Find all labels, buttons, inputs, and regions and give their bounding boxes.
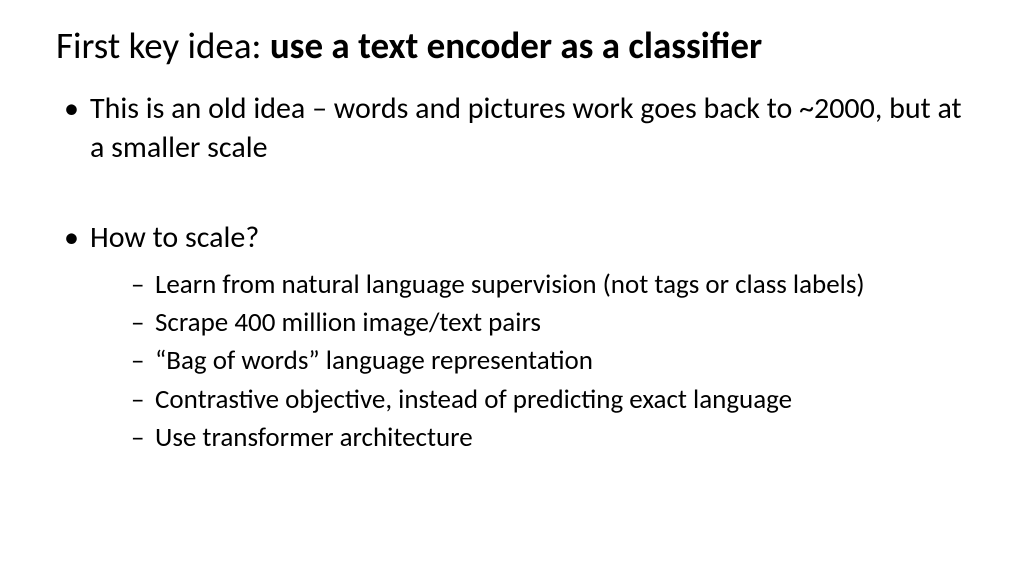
spacer <box>56 171 976 219</box>
sub-list-item: Contrastive objective, instead of predic… <box>90 381 976 419</box>
slide-title: First key idea: use a text encoder as a … <box>56 24 976 68</box>
sub-text: “Bag of words” language representation <box>155 344 593 377</box>
sub-text: Use transformer architecture <box>155 421 473 454</box>
bullet-text: This is an old idea – words and pictures… <box>90 90 962 165</box>
sub-list-item: Scrape 400 million image/text pairs <box>90 304 976 342</box>
sub-list-item: Learn from natural language supervision … <box>90 266 976 304</box>
title-prefix: First key idea: <box>56 23 270 68</box>
list-item: How to scale? Learn from natural languag… <box>56 219 976 457</box>
title-bold: use a text encoder as a classifier <box>270 23 762 68</box>
sub-list-item: Use transformer architecture <box>90 419 976 457</box>
list-item: This is an old idea – words and pictures… <box>56 90 976 167</box>
sub-text: Scrape 400 million image/text pairs <box>155 306 541 339</box>
sub-text: Learn from natural language supervision … <box>155 268 865 301</box>
sub-text: Contrastive objective, instead of predic… <box>155 383 792 416</box>
sub-list: Learn from natural language supervision … <box>90 266 976 458</box>
bullet-list: This is an old idea – words and pictures… <box>56 90 976 457</box>
bullet-text: How to scale? <box>90 219 259 256</box>
sub-list-item: “Bag of words” language representation <box>90 342 976 380</box>
